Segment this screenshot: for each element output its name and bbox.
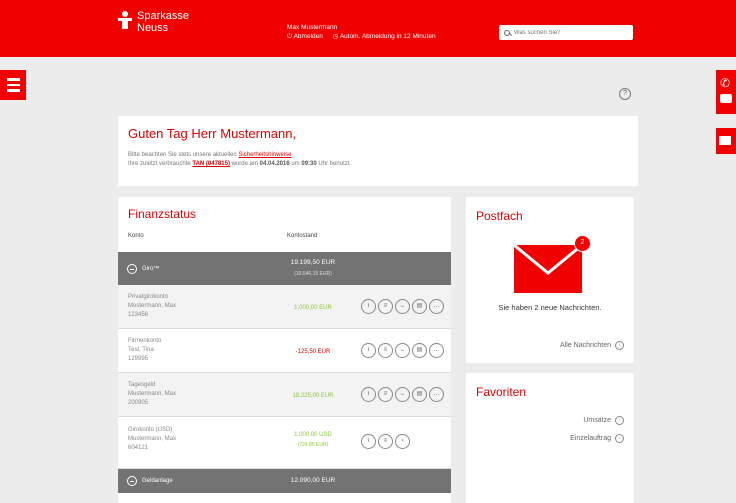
account-balance: 1.000,00 USD: [294, 432, 332, 438]
group-label: Giro™: [142, 266, 160, 272]
favoriten-card: Favoriten Umsätze › Einzelauftrag ›: [466, 373, 634, 503]
list-icon[interactable]: ≡: [378, 343, 393, 358]
chevron-right-icon: ›: [615, 416, 624, 425]
info-icon[interactable]: i: [361, 343, 376, 358]
search-input[interactable]: [514, 29, 624, 36]
brand-location: Neuss: [137, 22, 169, 34]
user-block: Max Mustermann ⏻ Abmelden ◷ Autom. Abmel…: [287, 23, 444, 41]
column-header-kontostand: Kontostand: [287, 233, 318, 239]
postfach-card: Postfach 2 Sie haben 2 neue Nachrichten.…: [466, 197, 634, 363]
account-number: 123456: [128, 312, 149, 318]
account-balance: 1.000,00 EUR: [294, 305, 332, 311]
account-row[interactable]: Girokonto (USD) Mustermann, Max 604121 1…: [118, 417, 451, 469]
chevron-right-icon[interactable]: ›: [395, 434, 410, 449]
new-messages-text: Sie haben 2 neue Nachrichten.: [498, 303, 602, 312]
more-icon[interactable]: …: [429, 343, 444, 358]
mail-envelope-icon[interactable]: [514, 245, 582, 293]
account-number: 129995: [128, 356, 149, 362]
transfer-icon[interactable]: ↔: [395, 387, 410, 402]
account-name: Firmenkonto: [128, 338, 162, 344]
more-icon[interactable]: …: [429, 299, 444, 314]
chevron-right-icon: ›: [615, 341, 624, 350]
sparkasse-logo[interactable]: Sparkasse Neuss: [118, 10, 189, 34]
greeting-card: Guten Tag Herr Mustermann, Bitte beachte…: [118, 116, 638, 186]
logout-link[interactable]: ⏻ Abmelden: [287, 33, 327, 40]
help-button[interactable]: ?: [619, 88, 631, 100]
chat-icon: [720, 94, 732, 103]
account-row[interactable]: Privatgirokonto Mustermann, Max 123456 1…: [118, 285, 451, 329]
account-number: 200905: [128, 400, 149, 406]
group-amount-sub: (19.546,15 EUR): [294, 271, 332, 277]
search-icon: [504, 29, 510, 36]
account-row[interactable]: Firmenkonto Test, Tina 129995 -125,50 EU…: [118, 329, 451, 373]
account-number: 604121: [128, 445, 149, 451]
account-balance: -125,50 EUR: [295, 349, 331, 355]
column-header-konto: Konto: [128, 233, 144, 239]
account-name: Privatgirokonto: [128, 294, 169, 300]
list-icon[interactable]: ≡: [378, 434, 393, 449]
top-bar: Sparkasse Neuss Max Mustermann ⏻ Abmelde…: [0, 0, 736, 57]
greeting-title: Guten Tag Herr Mustermann,: [128, 126, 297, 141]
security-notice: Bitte beachten Sie stets unsere aktuelle…: [128, 152, 292, 158]
security-link[interactable]: Sicherheitshinweise: [238, 152, 291, 158]
envelope-icon: [719, 136, 731, 145]
sparkasse-s-icon: [118, 11, 132, 29]
collapse-icon: [127, 264, 137, 274]
brand-name: Sparkasse: [137, 10, 189, 22]
mail-side-button[interactable]: [716, 128, 736, 154]
menu-button[interactable]: [0, 70, 26, 100]
account-holder: Test, Tina: [128, 347, 154, 353]
unread-count-badge: 2: [574, 235, 591, 252]
finanzstatus-title: Finanzstatus: [128, 207, 197, 221]
hamburger-icon: [6, 78, 20, 81]
account-holder: Mustermann, Max: [128, 303, 177, 309]
account-row[interactable]: Tagesgeld Mustermann, Max 200905 18.225,…: [118, 373, 451, 417]
info-icon[interactable]: i: [361, 434, 376, 449]
group-header-giro[interactable]: Giro™ 19.199,50 EUR (19.546,15 EUR): [118, 252, 451, 285]
favorite-link-einzelauftrag[interactable]: Einzelauftrag ›: [570, 434, 624, 443]
account-balance-sub: (724,85 EUR): [297, 442, 329, 448]
account-balance: 18.225,00 EUR: [292, 393, 334, 399]
group-amount: 19.199,50 EUR: [290, 259, 336, 266]
list-icon[interactable]: ≡: [378, 299, 393, 314]
last-tan-info: Ihre zuletzt verbrauchte TAN (047815) wu…: [128, 161, 352, 167]
user-name: Max Mustermann: [287, 24, 338, 31]
auto-logout-timer: ◷ Autom. Abmeldung in 12 Minuten: [332, 33, 436, 40]
chevron-right-icon: ›: [615, 434, 624, 443]
postfach-title: Postfach: [476, 209, 523, 223]
list-icon[interactable]: ≡: [378, 387, 393, 402]
group-header-geldanlage[interactable]: Geldanlage 12.090,00 EUR: [118, 469, 451, 493]
account-holder: Mustermann, Max: [128, 436, 177, 442]
tan-link[interactable]: TAN (047815): [192, 161, 230, 167]
more-icon[interactable]: …: [429, 387, 444, 402]
transfer-icon[interactable]: ↔: [395, 299, 410, 314]
collapse-icon: [127, 476, 137, 486]
phone-icon: ✆: [720, 76, 731, 90]
document-icon[interactable]: ▤: [412, 387, 427, 402]
contact-button[interactable]: ✆: [716, 70, 736, 114]
info-icon[interactable]: i: [361, 387, 376, 402]
group-amount: 12.090,00 EUR: [290, 477, 336, 484]
search-box[interactable]: [499, 25, 633, 40]
account-holder: Mustermann, Max: [128, 391, 177, 397]
transfer-icon[interactable]: ↔: [395, 343, 410, 358]
info-icon[interactable]: i: [361, 299, 376, 314]
favoriten-title: Favoriten: [476, 385, 527, 399]
account-name: Tagesgeld: [128, 382, 156, 388]
group-label: Geldanlage: [142, 478, 173, 484]
account-name: Girokonto (USD): [128, 427, 173, 433]
document-icon[interactable]: ▤: [412, 299, 427, 314]
document-icon[interactable]: ▤: [412, 343, 427, 358]
all-messages-link[interactable]: Alle Nachrichten ›: [560, 341, 624, 350]
favorite-link-umsaetze[interactable]: Umsätze ›: [583, 416, 624, 425]
